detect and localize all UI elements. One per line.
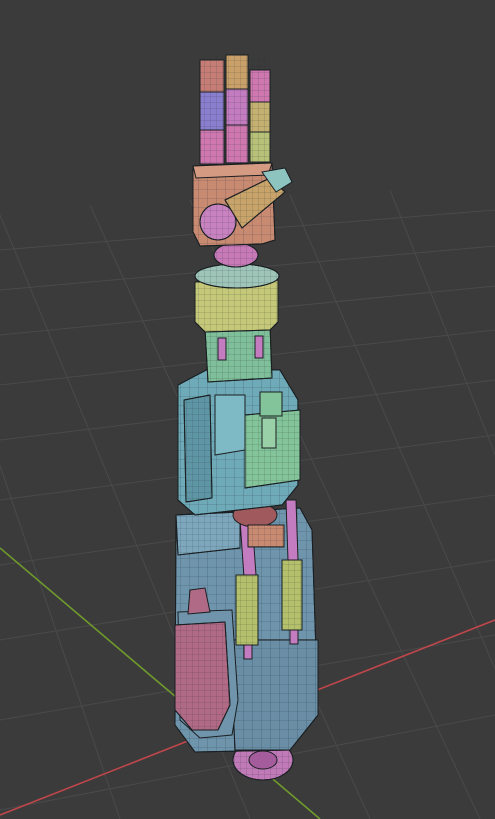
- wrist-joint: [213, 242, 259, 268]
- robot-arm-model[interactable]: [174, 54, 319, 781]
- 3d-viewport[interactable]: [0, 0, 495, 819]
- forearm-tube: [204, 324, 273, 383]
- wrist-ring: [194, 263, 280, 289]
- fingers: [199, 54, 271, 165]
